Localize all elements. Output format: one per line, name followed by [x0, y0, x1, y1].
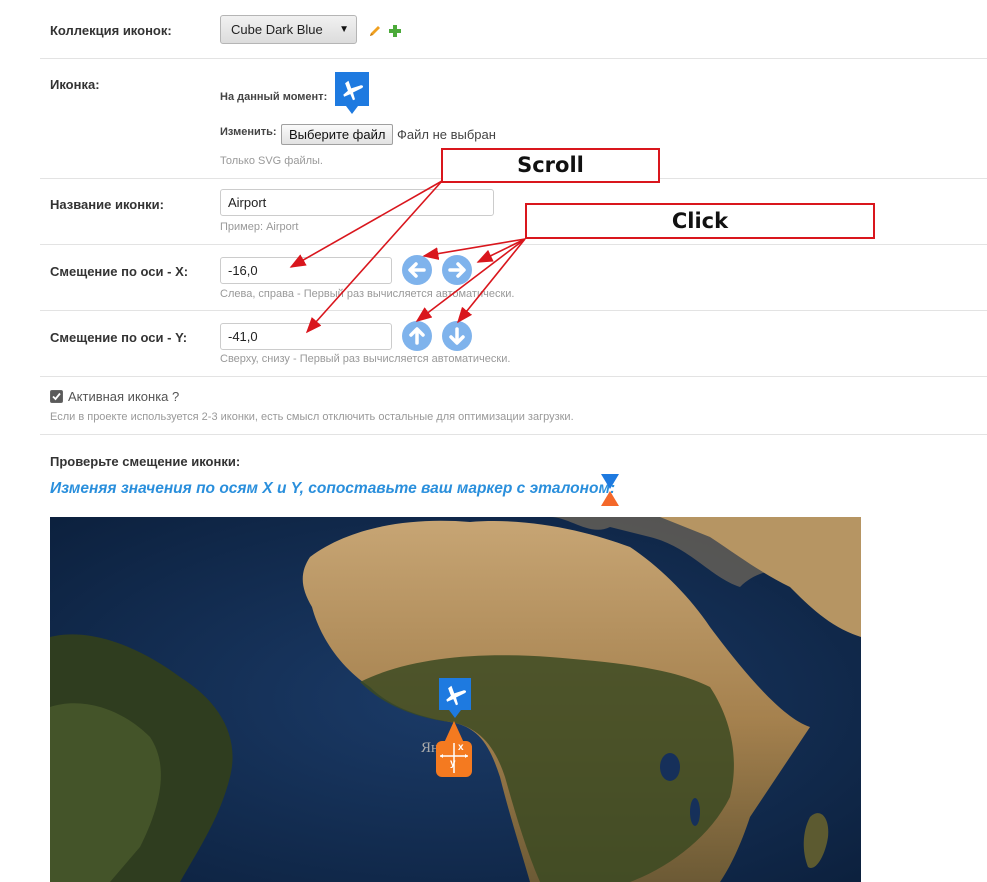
active-label: Активная иконка ? [68, 389, 180, 404]
file-status: Файл не выбран [397, 127, 496, 142]
arrow-down-icon [449, 327, 465, 345]
divider [40, 434, 987, 435]
scroll-annotation: Scroll [441, 148, 660, 183]
marker-x-label: x [458, 742, 464, 753]
active-checkbox[interactable] [50, 390, 63, 403]
offset-y-label: Смещение по оси - Y: [50, 330, 188, 345]
current-icon-label: На данный момент: [220, 91, 328, 103]
offset-y-up-button[interactable] [402, 321, 432, 351]
collection-label: Коллекция иконок: [50, 23, 172, 38]
divider [40, 58, 987, 59]
offset-x-right-button[interactable] [442, 255, 472, 285]
divider [40, 376, 987, 377]
offset-x-label: Смещение по оси - X: [50, 264, 189, 279]
check-icon [52, 392, 61, 401]
offset-y-input[interactable] [220, 323, 392, 350]
arrow-up-icon [409, 327, 425, 345]
marker-y-label: y [450, 758, 456, 769]
hourglass-reference-icon [601, 474, 619, 506]
divider [40, 244, 987, 245]
map-view[interactable]: Ян x y [50, 517, 861, 882]
icon-label: Иконка: [50, 77, 100, 92]
collection-selected: Cube Dark Blue [231, 22, 323, 37]
icon-name-label: Название иконки: [50, 197, 164, 212]
offset-x-input[interactable] [220, 257, 392, 284]
offset-x-left-button[interactable] [402, 255, 432, 285]
plus-icon[interactable] [388, 24, 402, 38]
divider [40, 310, 987, 311]
offset-y-down-button[interactable] [442, 321, 472, 351]
choose-file-button[interactable]: Выберите файл [281, 124, 394, 145]
reference-marker[interactable]: x y [434, 721, 474, 777]
offset-y-help: Сверху, снизу - Первый раз вычисляется а… [220, 353, 511, 365]
arrow-left-icon [408, 262, 426, 278]
chevron-down-icon: ▼ [339, 24, 349, 35]
pencil-icon[interactable] [368, 24, 382, 38]
click-annotation: Click [525, 203, 875, 239]
icon-name-help: Пример: Airport [220, 221, 299, 233]
airplane-marker-icon [335, 72, 369, 114]
arrow-right-icon [448, 262, 466, 278]
collection-select[interactable]: Cube Dark Blue ▼ [220, 15, 357, 44]
icon-name-input[interactable] [220, 189, 494, 216]
check-instruction: Изменяя значения по осям X и Y, сопостав… [50, 480, 616, 497]
change-icon-label: Изменить: [220, 126, 277, 138]
check-label: Проверьте смещение иконки: [50, 454, 241, 469]
offset-x-help: Слева, справа - Первый раз вычисляется а… [220, 288, 515, 300]
active-help: Если в проекте используется 2-3 иконки, … [50, 411, 574, 423]
map-airplane-marker-icon [439, 678, 471, 718]
icon-help: Только SVG файлы. [220, 155, 323, 167]
